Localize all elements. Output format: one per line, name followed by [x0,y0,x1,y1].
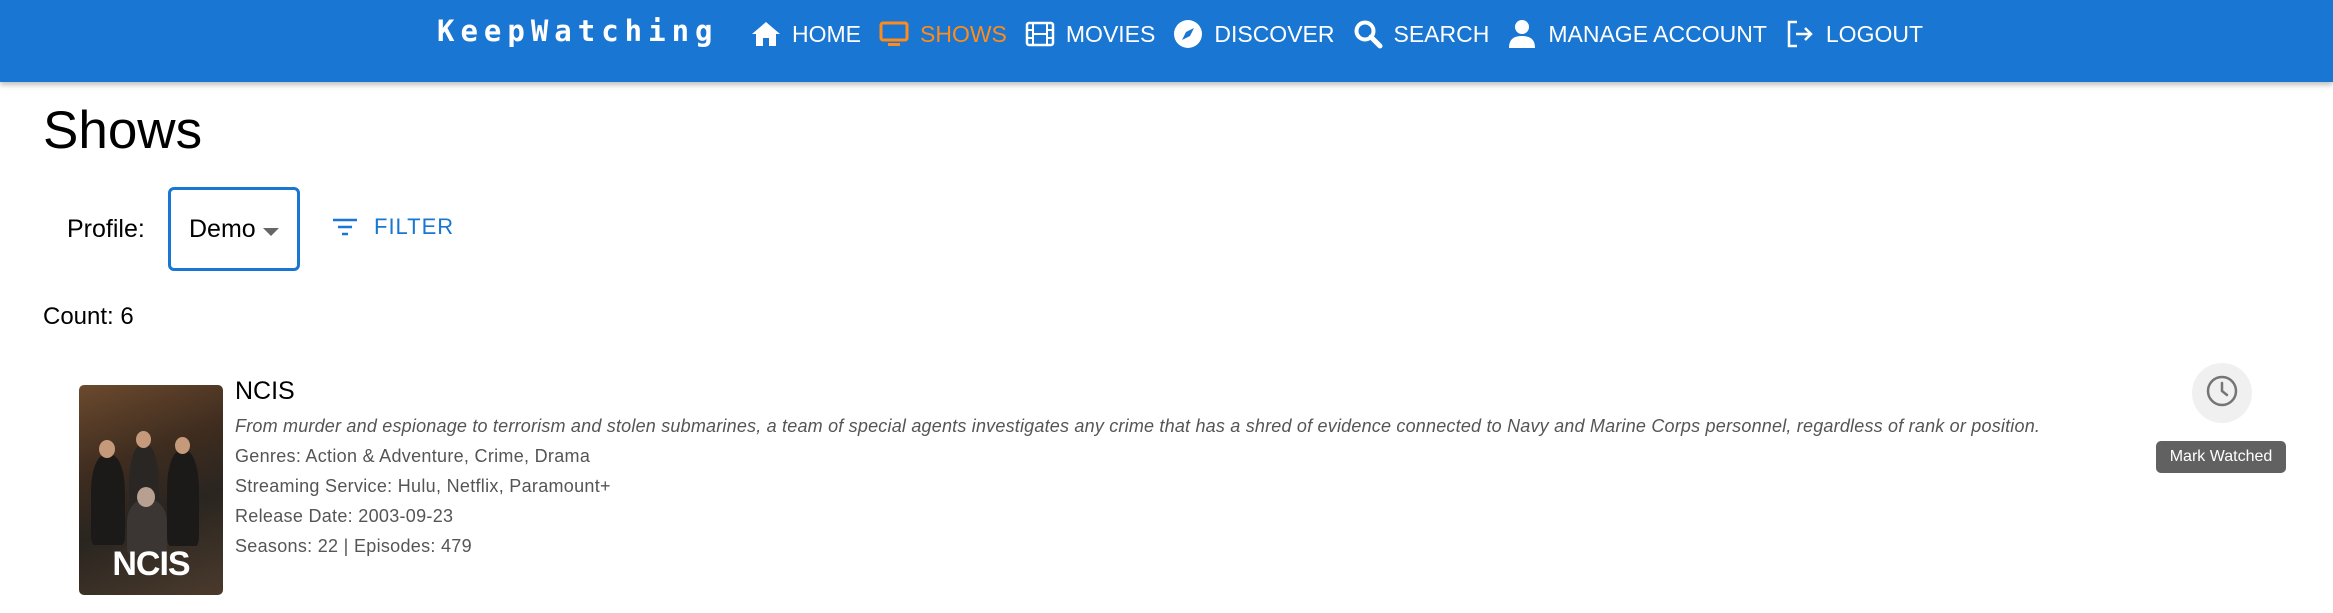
main-nav: HOME SHOWS MOVIES DISCOVER SEARCH MANAGE… [750,0,1940,68]
show-overview: From murder and espionage to terrorism a… [235,416,2041,436]
filter-button[interactable]: FILTER [330,212,454,242]
search-icon [1352,18,1384,50]
app-bar: KeepWatching HOME SHOWS MOVIES DISCOVER [0,0,2333,82]
nav-movies[interactable]: MOVIES [1024,18,1155,50]
show-title[interactable]: NCIS [235,377,295,406]
nav-home-label: HOME [792,20,861,47]
film-icon [1024,18,1056,50]
app-title[interactable]: KeepWatching [437,14,719,48]
nav-home[interactable]: HOME [750,18,861,50]
chevron-down-icon [263,228,279,236]
nav-logout-label: LOGOUT [1825,20,1924,47]
show-release-date: Release Date: 2003-09-23 [235,506,454,526]
profile-label: Profile: [67,215,145,243]
profile-select-value: Demo [189,214,256,243]
list-item[interactable]: NCIS NCIS From murder and espionage to t… [79,365,2299,605]
tv-icon [878,18,910,50]
poster-logo-text: NCIS [112,545,190,583]
mark-watched-button[interactable] [2192,363,2252,423]
nav-search-label: SEARCH [1393,20,1490,47]
nav-movies-label: MOVIES [1065,20,1156,47]
compass-icon [1172,18,1204,50]
nav-discover[interactable]: DISCOVER [1172,18,1335,50]
clock-icon [2205,374,2239,413]
profile-select[interactable]: Demo [168,187,300,271]
nav-logout[interactable]: LOGOUT [1784,18,1923,50]
nav-shows-label: SHOWS [920,20,1007,47]
show-seasons-episodes: Seasons: 22 | Episodes: 479 [235,536,472,556]
nav-search[interactable]: SEARCH [1352,18,1490,50]
logout-icon [1784,18,1816,50]
nav-manage-account-label: MANAGE ACCOUNT [1548,20,1767,47]
home-icon [750,18,782,50]
nav-discover-label: DISCOVER [1214,20,1335,47]
page-title: Shows [43,101,203,160]
nav-shows[interactable]: SHOWS [878,18,1007,50]
show-streaming-service: Streaming Service: Hulu, Netflix, Paramo… [235,476,611,496]
show-poster[interactable]: NCIS [79,385,223,595]
person-icon [1506,18,1538,50]
mark-watched-tooltip: Mark Watched [2156,441,2286,473]
show-count: Count: 6 [43,303,134,330]
filter-label: FILTER [374,214,455,239]
nav-manage-account[interactable]: MANAGE ACCOUNT [1506,18,1767,50]
show-genres: Genres: Action & Adventure, Crime, Drama [235,446,591,466]
filter-icon [330,212,360,242]
